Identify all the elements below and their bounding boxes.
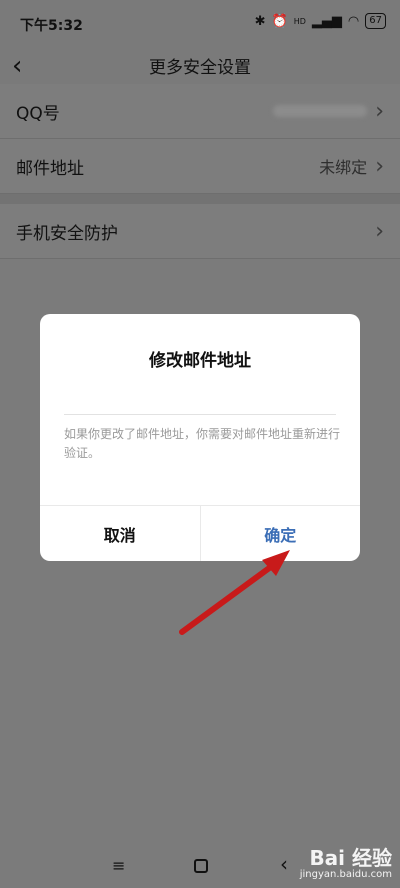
chevron-right-icon: › — [375, 98, 384, 124]
watermark-main: Bai 经验 — [309, 846, 392, 870]
settings-group-account: QQ号 › 邮件地址 未绑定 › — [0, 84, 400, 194]
bluetooth-icon: ✱ — [254, 13, 266, 29]
wifi-icon: ◠ — [347, 13, 360, 29]
qq-number-blurred — [273, 105, 368, 117]
menu-icon[interactable]: ≡ — [112, 856, 125, 875]
section-divider — [0, 194, 400, 204]
watermark-sub: jingyan.baidu.com — [299, 869, 392, 880]
status-bar: 下午5:32 ✱ ⏰ HD ▂▄▆ ◠ 67 — [0, 0, 400, 46]
settings-row-qq[interactable]: QQ号 › — [0, 84, 400, 139]
signal-icon: ▂▄▆ — [311, 13, 342, 29]
watermark: Bai 经验 jingyan.baidu.com — [300, 842, 392, 880]
email-label: 邮件地址 — [16, 158, 84, 179]
status-time: 下午5:32 — [20, 18, 83, 34]
settings-group-phone: 手机安全防护 › — [0, 204, 400, 259]
cancel-button[interactable]: 取消 — [40, 506, 201, 561]
dialog-message: 如果你更改了邮件地址，你需要对邮件地址重新进行验证。 — [64, 427, 341, 460]
settings-row-phone-protect[interactable]: 手机安全防护 › — [0, 204, 400, 259]
confirm-button[interactable]: 确定 — [201, 506, 361, 561]
dialog-divider — [64, 414, 336, 415]
chevron-right-icon: › — [375, 218, 384, 244]
modify-email-dialog: 修改邮件地址 如果你更改了邮件地址，你需要对邮件地址重新进行验证。 取消 确定 — [40, 314, 360, 561]
qq-label: QQ号 — [16, 103, 60, 124]
status-icons: ✱ ⏰ HD ▂▄▆ ◠ 67 — [255, 13, 386, 29]
top-navbar: ‹ 更多安全设置 — [0, 46, 400, 84]
phone-protect-label: 手机安全防护 — [16, 223, 118, 244]
hd-badge: HD — [293, 16, 306, 26]
back-arrow-icon[interactable]: ‹ — [12, 51, 22, 81]
dialog-title: 修改邮件地址 — [149, 351, 251, 371]
email-value: 未绑定 — [319, 158, 368, 177]
home-icon[interactable] — [194, 859, 208, 873]
alarm-icon: ⏰ — [271, 13, 288, 29]
page-title: 更多安全设置 — [149, 57, 251, 78]
back-icon[interactable]: ‹ — [280, 852, 288, 876]
battery-indicator: 67 — [365, 13, 386, 29]
dialog-button-bar: 取消 确定 — [40, 505, 360, 561]
settings-row-email[interactable]: 邮件地址 未绑定 › — [0, 139, 400, 194]
chevron-right-icon: › — [375, 153, 384, 179]
